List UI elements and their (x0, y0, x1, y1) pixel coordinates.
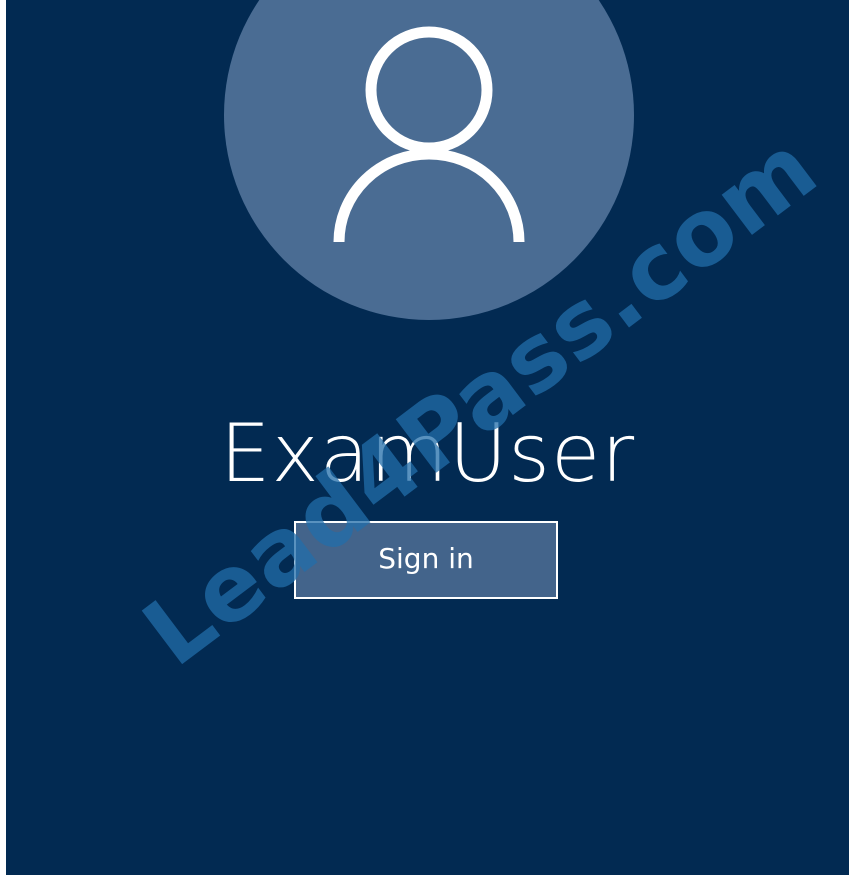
user-avatar (224, 0, 634, 320)
user-silhouette-icon (333, 26, 525, 243)
sign-in-label: Sign in (378, 541, 474, 575)
lock-screen: ExamUser Sign in Lead4Pass.com (6, 0, 849, 875)
user-name: ExamUser (219, 407, 636, 500)
sign-in-button[interactable]: Sign in (294, 521, 558, 599)
